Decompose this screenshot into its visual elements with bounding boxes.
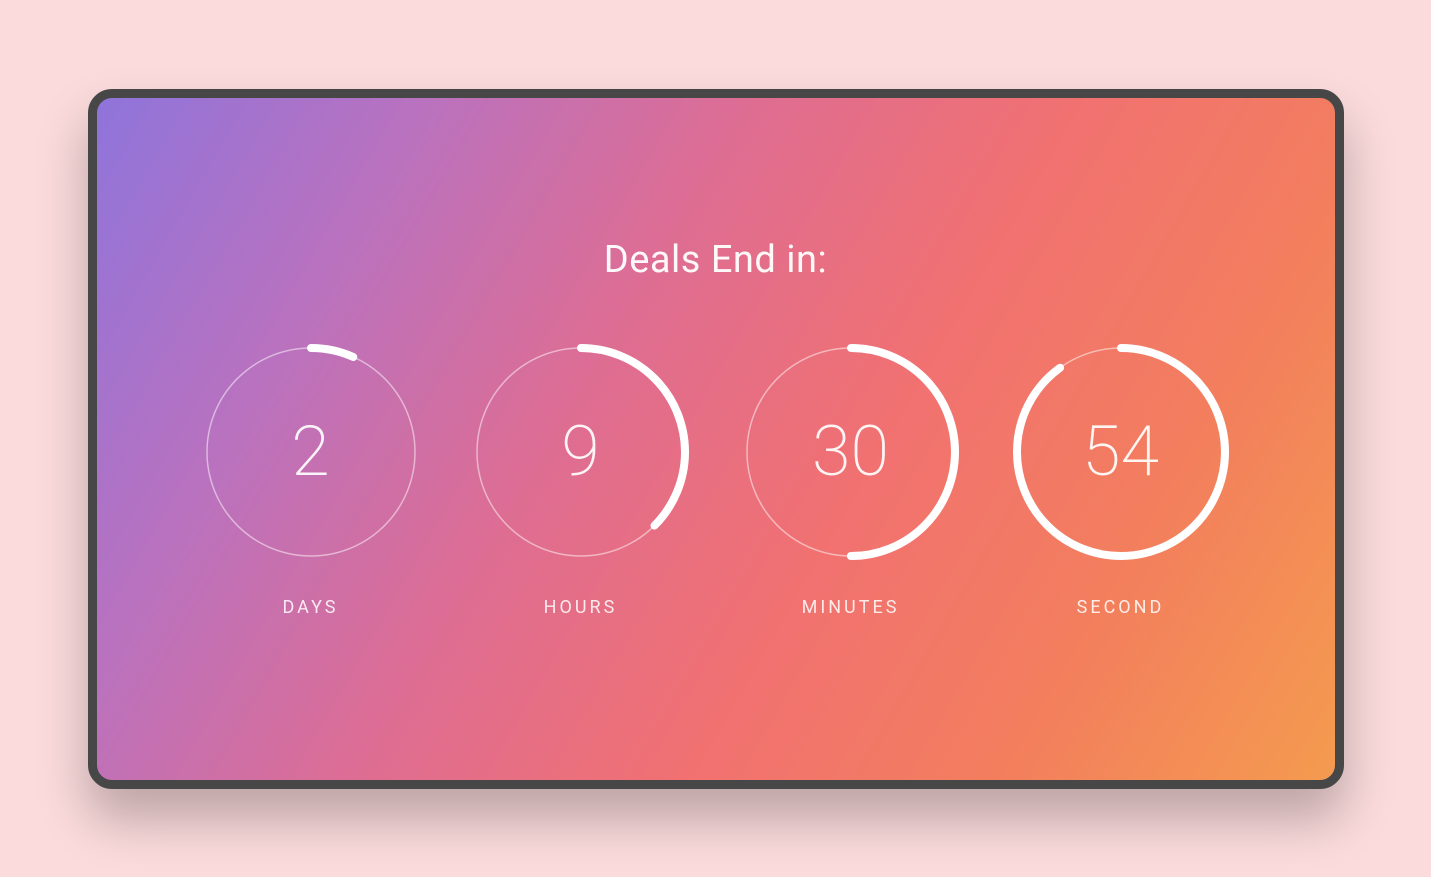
days-value: 2	[201, 342, 421, 562]
hours-ring: 9	[471, 342, 691, 562]
minutes-unit: 30 MINUTES	[741, 342, 961, 618]
hours-unit: 9 HOURS	[471, 342, 691, 618]
minutes-label: MINUTES	[802, 597, 900, 618]
days-label: DAYS	[283, 597, 339, 618]
countdown-card: Deals End in: 2 DAYS 9 HOURS	[88, 89, 1344, 789]
seconds-label: SECOND	[1077, 597, 1165, 618]
hours-value: 9	[471, 342, 691, 562]
minutes-value: 30	[741, 342, 961, 562]
days-unit: 2 DAYS	[201, 342, 421, 618]
seconds-unit: 54 SECOND	[1011, 342, 1231, 618]
minutes-ring: 30	[741, 342, 961, 562]
hours-label: HOURS	[544, 597, 618, 618]
page-title: Deals End in:	[604, 238, 827, 282]
seconds-ring: 54	[1011, 342, 1231, 562]
days-ring: 2	[201, 342, 421, 562]
seconds-value: 54	[1011, 342, 1231, 562]
countdown-row: 2 DAYS 9 HOURS 30 MINUTES	[201, 342, 1231, 618]
